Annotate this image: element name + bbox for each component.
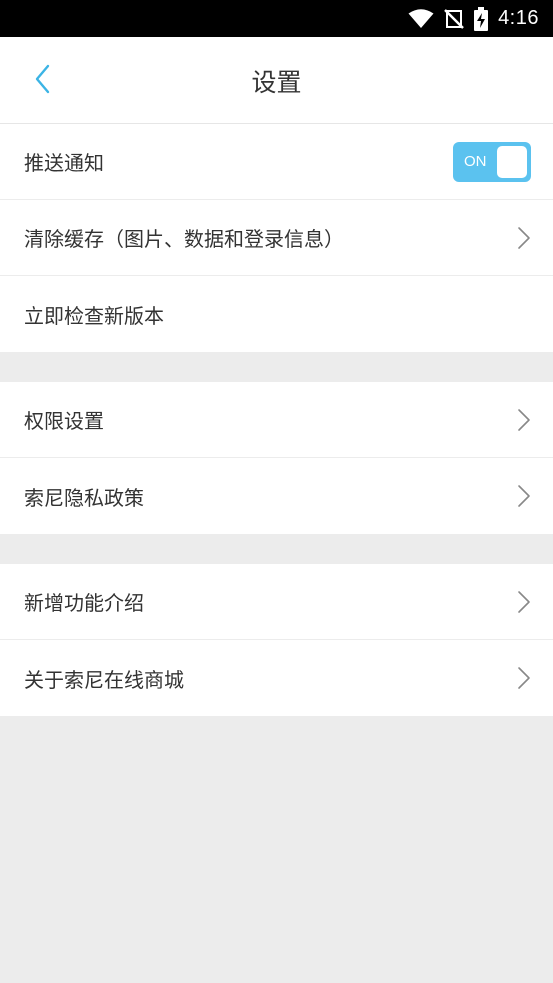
permission-settings-label: 权限设置 [24, 409, 104, 433]
status-bar: 4:16 [0, 0, 553, 37]
settings-group-about: 新增功能介绍 关于索尼在线商城 [0, 564, 553, 716]
battery-charging-icon [474, 6, 489, 31]
chevron-left-icon [34, 64, 50, 98]
privacy-policy-label: 索尼隐私政策 [24, 485, 144, 510]
toggle-knob [497, 145, 527, 178]
app-header: 设置 [0, 37, 553, 124]
push-notification-label: 推送通知 [24, 151, 104, 175]
toggle-state-text: ON [464, 152, 487, 170]
push-notification-toggle[interactable]: ON [453, 141, 531, 182]
chevron-right-icon [517, 590, 531, 614]
page-title: 设置 [251, 67, 302, 97]
clock: 4:16 [498, 7, 539, 29]
chevron-right-icon [517, 484, 531, 508]
chevron-right-icon [517, 226, 531, 250]
about-store-label: 关于索尼在线商城 [24, 667, 184, 692]
check-update-row[interactable]: 立即检查新版本 [0, 276, 553, 352]
settings-group-privacy: 权限设置 索尼隐私政策 [0, 382, 553, 534]
clear-cache-row[interactable]: 清除缓存（图片、数据和登录信息） [0, 200, 553, 276]
no-signal-icon [444, 8, 464, 29]
settings-group-general: 推送通知 ON 清除缓存（图片、数据和登录信息） 立即检查新版本 [0, 124, 553, 352]
push-notification-row: 推送通知 ON [0, 124, 553, 200]
clear-cache-label: 清除缓存（图片、数据和登录信息） [24, 227, 344, 251]
permission-settings-row[interactable]: 权限设置 [0, 382, 553, 458]
privacy-policy-row[interactable]: 索尼隐私政策 [0, 458, 553, 534]
new-features-row[interactable]: 新增功能介绍 [0, 564, 553, 640]
wifi-icon [408, 8, 434, 29]
new-features-label: 新增功能介绍 [24, 591, 144, 615]
back-button[interactable] [22, 61, 62, 101]
about-store-row[interactable]: 关于索尼在线商城 [0, 640, 553, 716]
check-update-label: 立即检查新版本 [24, 303, 164, 328]
chevron-right-icon [517, 666, 531, 690]
chevron-right-icon [517, 408, 531, 432]
